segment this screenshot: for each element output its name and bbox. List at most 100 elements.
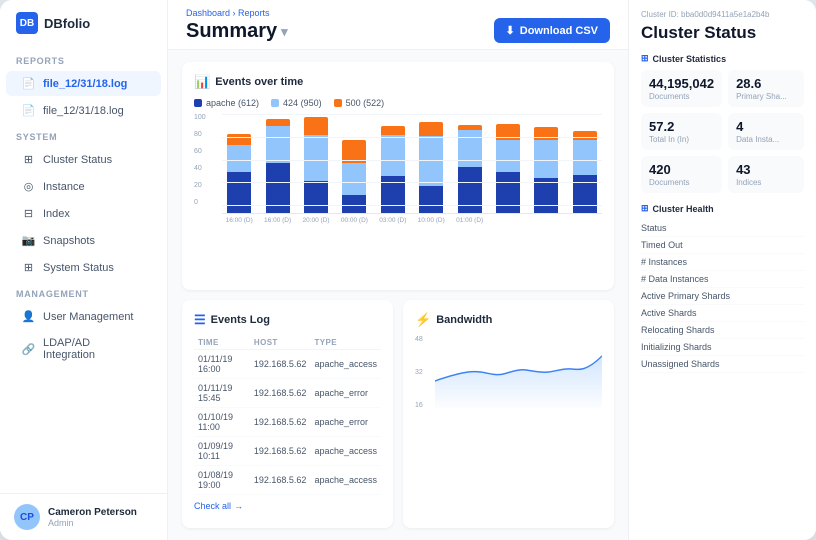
stat-cell: 28.6Primary Sha...: [728, 70, 804, 107]
stat-cell: 57.2Total In (In): [641, 113, 722, 150]
file-icon-2: 📄: [22, 104, 35, 117]
app-name: DBfolio: [44, 16, 90, 31]
stat-cell: 4Data Insta...: [728, 113, 804, 150]
table-row[interactable]: 01/10/19 11:00192.168.5.62apache_error: [194, 408, 381, 437]
sidebar-item-report2[interactable]: 📄 file_12/31/18.log: [6, 98, 161, 123]
sidebar-item-cluster-status[interactable]: ⊞ Cluster Status: [6, 147, 161, 172]
bar-group: [568, 114, 602, 213]
table-row[interactable]: 01/09/19 10:11192.168.5.62apache_access: [194, 437, 381, 466]
snapshots-label: Snapshots: [43, 235, 95, 247]
log-icon: ☰: [194, 312, 206, 328]
table-row[interactable]: 01/11/19 16:00192.168.5.62apache_access: [194, 350, 381, 379]
bar-group: [337, 114, 371, 213]
system-icon: ⊞: [22, 261, 35, 274]
cluster-icon: ⊞: [22, 153, 35, 166]
bar-group: [260, 114, 294, 213]
health-item: Active Shards: [641, 305, 804, 322]
health-item: Relocating Shards: [641, 322, 804, 339]
stat-cell: 43Indices: [728, 156, 804, 193]
x-label: 10:00 (D): [414, 217, 448, 224]
health-item: Active Primary Shards: [641, 288, 804, 305]
sidebar-item-ldap[interactable]: 🔗 LDAP/AD Integration: [6, 331, 161, 367]
index-icon: ⊟: [22, 207, 35, 220]
x-label: 01:00 (D): [452, 217, 486, 224]
logo-icon: DB: [16, 12, 38, 34]
breadcrumb: Dashboard › Reports: [186, 8, 288, 18]
sidebar-item-report1[interactable]: 📄 file_12/31/18.log: [6, 71, 161, 96]
user-role: Admin: [48, 518, 153, 528]
user-info: Cameron Peterson Admin: [48, 507, 153, 528]
x-label: [491, 217, 525, 224]
sidebar-item-user-mgmt[interactable]: 👤 User Management: [6, 304, 161, 329]
log-table: TIME HOST TYPE 01/11/19 16:00192.168.5.6…: [194, 336, 381, 495]
table-row[interactable]: 01/11/19 15:45192.168.5.62apache_error: [194, 379, 381, 408]
x-label: 20:00 (D): [299, 217, 333, 224]
index-label: Index: [43, 208, 70, 220]
log-tbody: 01/11/19 16:00192.168.5.62apache_access0…: [194, 350, 381, 495]
legend-item-1: 424 (950): [271, 98, 322, 108]
col-host: HOST: [250, 336, 311, 350]
breadcrumb-reports[interactable]: Reports: [238, 8, 270, 18]
x-axis: 16:00 (D)16:00 (D)20:00 (D)00:00 (D)03:0…: [222, 217, 602, 224]
cluster-id: Cluster ID: bba0d0d9411a5e1a2b4b: [641, 10, 804, 19]
system-status-label: System Status: [43, 262, 114, 274]
sidebar-item-snapshots[interactable]: 📷 Snapshots: [6, 228, 161, 253]
health-item: # Data Instances: [641, 271, 804, 288]
bandwidth-svg: [435, 336, 602, 416]
main-content: Dashboard › Reports Summary ▾ ⬇ Download…: [168, 0, 628, 540]
bandwidth-icon: ⚡: [415, 312, 431, 328]
ldap-icon: 🔗: [22, 343, 35, 356]
download-csv-button[interactable]: ⬇ Download CSV: [494, 18, 610, 43]
right-panel: Cluster ID: bba0d0d9411a5e1a2b4b Cluster…: [628, 0, 816, 540]
table-row[interactable]: 01/08/19 19:00192.168.5.62apache_access: [194, 466, 381, 495]
sidebar-report2-label: file_12/31/18.log: [43, 105, 124, 117]
x-label: 16:00 (D): [260, 217, 294, 224]
cluster-stats-title: ⊞ Cluster Statistics: [641, 53, 804, 64]
main-header: Dashboard › Reports Summary ▾ ⬇ Download…: [168, 0, 628, 50]
health-item: Timed Out: [641, 237, 804, 254]
bar-group: [299, 114, 333, 213]
health-icon: ⊞: [641, 203, 649, 214]
events-log-title: ☰ Events Log: [194, 312, 381, 328]
cluster-health-title: ⊞ Cluster Health: [641, 203, 804, 214]
check-all-arrow: →: [234, 501, 243, 511]
sidebar: DB DBfolio REPORTS 📄 file_12/31/18.log 📄…: [0, 0, 168, 540]
sidebar-item-instance[interactable]: ◎ Instance: [6, 174, 161, 199]
bandwidth-title: ⚡ Bandwidth: [415, 312, 602, 328]
breadcrumb-dashboard[interactable]: Dashboard: [186, 8, 230, 18]
x-label: 16:00 (D): [222, 217, 256, 224]
check-all-link[interactable]: Check all →: [194, 501, 243, 511]
download-icon: ⬇: [506, 24, 515, 37]
legend-item-2: 500 (522): [334, 98, 385, 108]
user-profile: CP Cameron Peterson Admin: [0, 493, 167, 540]
x-label: [568, 217, 602, 224]
ldap-label: LDAP/AD Integration: [43, 337, 145, 361]
user-mgmt-label: User Management: [43, 311, 134, 323]
bar-group: [529, 114, 563, 213]
health-items-list: StatusTimed Out# Instances# Data Instanc…: [641, 220, 804, 373]
stats-grid: 44,195,042Documents28.6Primary Sha...57.…: [641, 70, 804, 193]
cluster-label: Cluster Status: [43, 154, 112, 166]
bar-group: [491, 114, 525, 213]
sidebar-item-system-status[interactable]: ⊞ System Status: [6, 255, 161, 280]
health-item: Status: [641, 220, 804, 237]
management-section-label: MANAGEMENT: [0, 281, 167, 303]
sidebar-item-index[interactable]: ⊟ Index: [6, 201, 161, 226]
logo: DB DBfolio: [0, 12, 167, 48]
bar-group: [222, 114, 256, 213]
chart-legend: apache (612) 424 (950) 500 (522): [194, 98, 602, 108]
x-label: 00:00 (D): [337, 217, 371, 224]
y-axis: 100 80 60 40 20 0: [194, 114, 206, 206]
chart-area: 100 80 60 40 20 0: [194, 114, 602, 224]
title-dropdown-icon[interactable]: ▾: [281, 24, 288, 40]
events-chart-card: 📊 Events over time apache (612) 424 (950…: [182, 62, 614, 290]
bandwidth-chart-wrap: 48 32 16: [415, 336, 602, 421]
file-icon: 📄: [22, 77, 35, 90]
instance-label: Instance: [43, 181, 85, 193]
app-window: DB DBfolio REPORTS 📄 file_12/31/18.log 📄…: [0, 0, 816, 540]
system-section-label: SYSTEM: [0, 124, 167, 146]
health-item: # Instances: [641, 254, 804, 271]
header-left: Dashboard › Reports Summary ▾: [186, 8, 288, 43]
reports-section-label: REPORTS: [0, 48, 167, 70]
bar-group: [414, 114, 448, 213]
